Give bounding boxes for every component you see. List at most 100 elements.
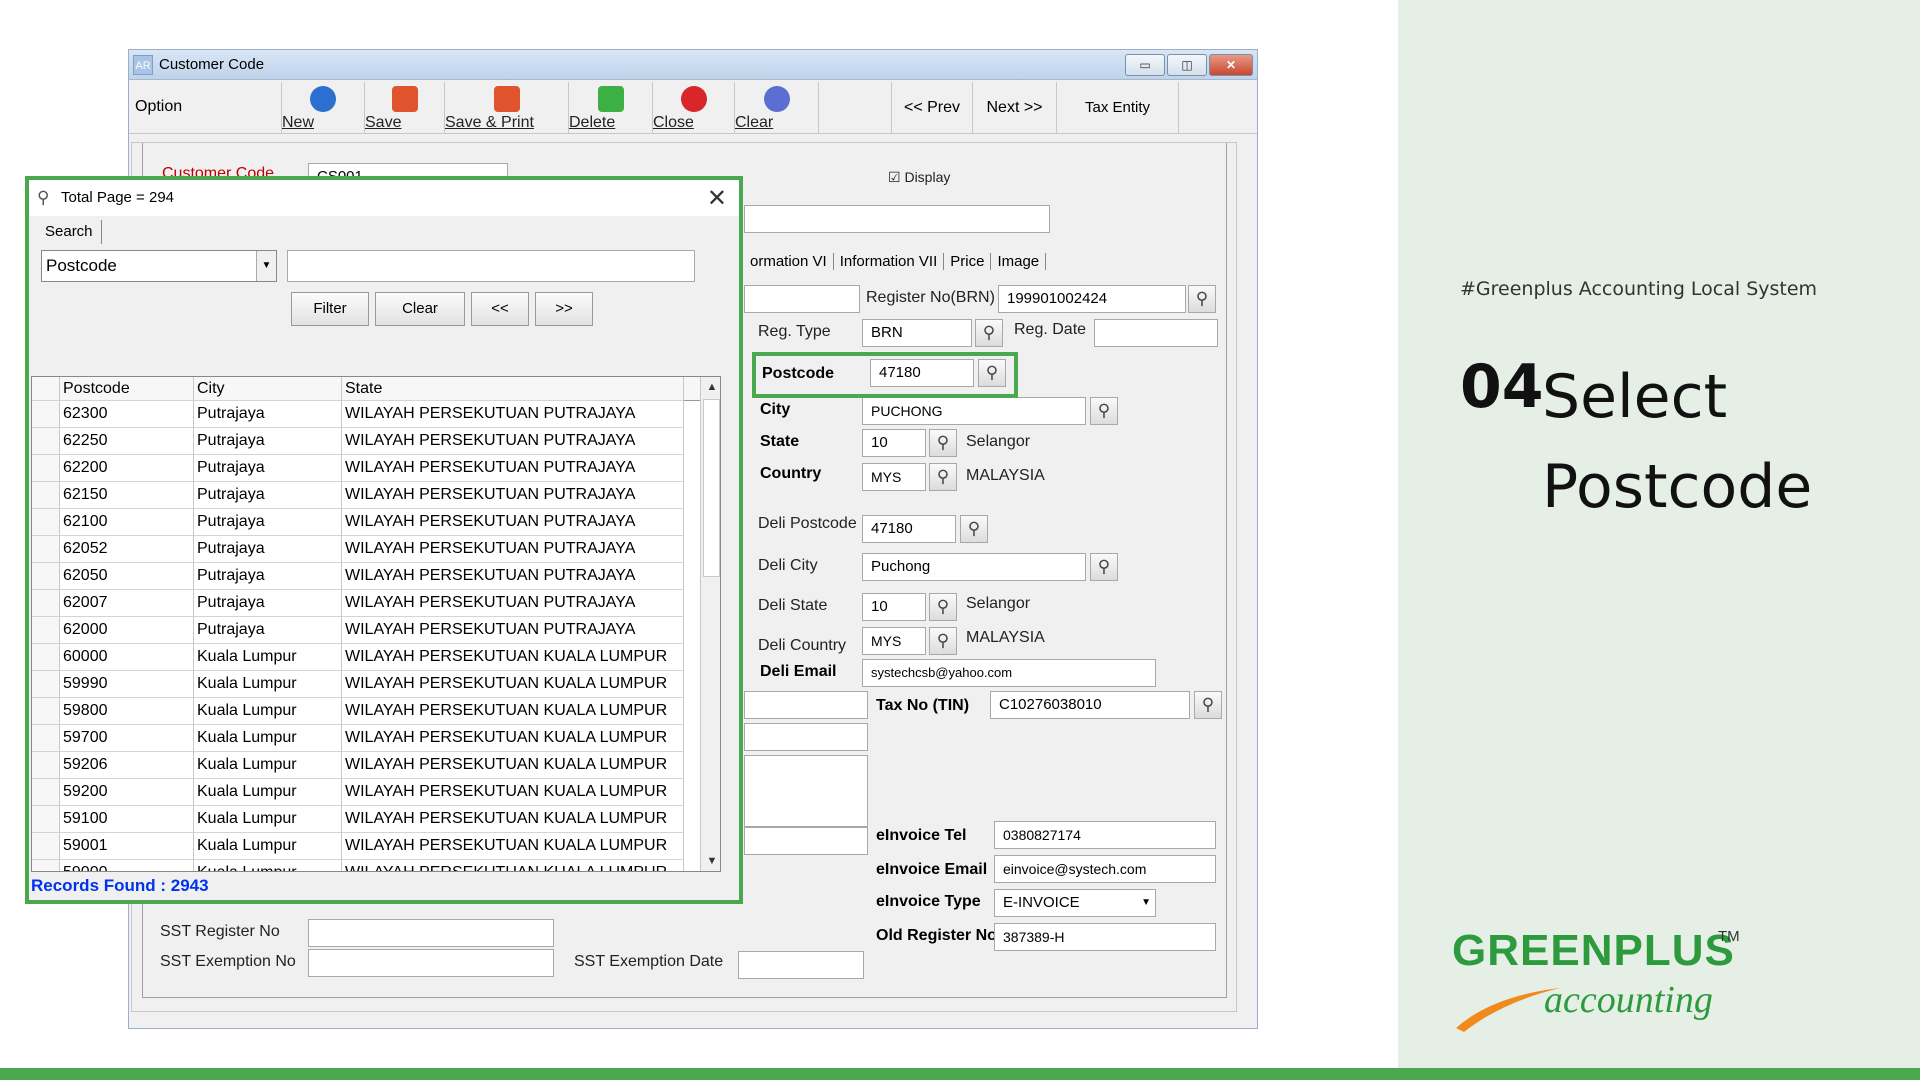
table-row[interactable]: 62100 Putrajaya WILAYAH PERSEKUTUAN PUTRAJ… [32, 509, 700, 536]
display-checkbox[interactable]: ☑ Display [888, 169, 950, 186]
table-row[interactable]: 62300 Putrajaya WILAYAH PERSEKUTUAN PUTRAJ… [32, 401, 700, 428]
table-row[interactable]: 59206 Kuala Lumpur WILAYAH PERSEKUTUAN KUA… [32, 752, 700, 779]
reg-date-input[interactable] [1094, 319, 1218, 347]
field-input[interactable] [744, 285, 860, 313]
row-selector[interactable] [32, 509, 60, 536]
table-row[interactable]: 59700 Kuala Lumpur WILAYAH PERSEKUTUAN KUA… [32, 725, 700, 752]
row-selector[interactable] [32, 725, 60, 752]
sst-register-input[interactable] [308, 919, 554, 947]
deli-email-input[interactable]: systechcsb@yahoo.com [862, 659, 1156, 687]
tab-information-vii[interactable]: Information VII [833, 253, 945, 270]
table-row[interactable]: 59000Kuala LumpurWILAYAH PERSEKUTUAN KUA… [32, 860, 700, 871]
grid-scrollbar[interactable]: ▲ ▼ [700, 377, 720, 871]
row-selector[interactable] [32, 752, 60, 779]
deli-postcode-search-icon[interactable]: ⚲ [960, 515, 988, 543]
tax-no-search-icon[interactable]: ⚲ [1194, 691, 1222, 719]
scroll-up-icon[interactable]: ▲ [701, 377, 720, 397]
deli-postcode-input[interactable]: 47180 [862, 515, 956, 543]
close-button[interactable]: Close [653, 82, 735, 134]
state-search-icon[interactable]: ⚲ [929, 429, 957, 457]
einvoice-email-input[interactable]: einvoice@systech.com [994, 855, 1216, 883]
old-register-input[interactable]: 387389-H [994, 923, 1216, 951]
deli-state-search-icon[interactable]: ⚲ [929, 593, 957, 621]
row-selector[interactable] [32, 806, 60, 833]
tax-no-input[interactable]: C10276038010 [990, 691, 1190, 719]
city-search-icon[interactable]: ⚲ [1090, 397, 1118, 425]
column-header-state[interactable]: State [342, 377, 684, 401]
dialog-close-icon[interactable]: ✕ [707, 184, 727, 213]
table-row[interactable]: 62000 Putrajaya WILAYAH PERSEKUTUAN PUTRAJ… [32, 617, 700, 644]
window-close-button[interactable]: ✕ [1209, 54, 1253, 76]
table-row[interactable]: 62200 Putrajaya WILAYAH PERSEKUTUAN PUTRAJ… [32, 455, 700, 482]
row-selector[interactable] [32, 482, 60, 509]
table-row[interactable]: 62052 Putrajaya WILAYAH PERSEKUTUAN PUTRAJ… [32, 536, 700, 563]
table-row[interactable]: 59100 Kuala Lumpur WILAYAH PERSEKUTUAN KUA… [32, 806, 700, 833]
state-code-input[interactable]: 10 [862, 429, 926, 457]
left-field-input-2[interactable] [744, 723, 868, 751]
filter-button[interactable]: Filter [291, 292, 369, 326]
table-row[interactable]: 62050 Putrajaya WILAYAH PERSEKUTUAN PUTRAJ… [32, 563, 700, 590]
row-selector[interactable] [32, 455, 60, 482]
table-row[interactable]: 60000 Kuala Lumpur WILAYAH PERSEKUTUAN KUA… [32, 644, 700, 671]
deli-state-code-input[interactable]: 10 [862, 593, 926, 621]
minimize-button[interactable]: ▭ [1125, 54, 1165, 76]
table-row[interactable]: 62250 Putrajaya WILAYAH PERSEKUTUAN PUTRAJ… [32, 428, 700, 455]
row-selector[interactable] [32, 428, 60, 455]
sst-exemption-date-input[interactable] [738, 951, 864, 979]
row-selector[interactable] [32, 833, 60, 860]
save-button[interactable]: Save [365, 82, 445, 134]
table-row[interactable]: 59800 Kuala Lumpur WILAYAH PERSEKUTUAN KUA… [32, 698, 700, 725]
einvoice-type-select[interactable]: E-INVOICE ▼ [994, 889, 1156, 917]
clear-button[interactable]: Clear [735, 82, 819, 134]
next-page-button[interactable]: >> [535, 292, 593, 326]
reg-type-search-icon[interactable]: ⚲ [975, 319, 1003, 347]
tab-search[interactable]: Search [37, 220, 102, 244]
tab-image[interactable]: Image [991, 253, 1047, 270]
name-input[interactable] [744, 205, 1050, 233]
register-no-search-icon[interactable]: ⚲ [1188, 285, 1216, 313]
new-button[interactable]: New [281, 82, 365, 134]
clear-filter-button[interactable]: Clear [375, 292, 465, 326]
row-selector[interactable] [32, 590, 60, 617]
option-menu[interactable]: Option [135, 98, 182, 116]
table-row[interactable]: 59200 Kuala Lumpur WILAYAH PERSEKUTUAN KUA… [32, 779, 700, 806]
register-no-input[interactable]: 199901002424 [998, 285, 1186, 313]
row-selector[interactable] [32, 563, 60, 590]
maximize-button[interactable]: ◫ [1167, 54, 1207, 76]
deli-city-search-icon[interactable]: ⚲ [1090, 553, 1118, 581]
table-row[interactable]: 62007 Putrajaya WILAYAH PERSEKUTUAN PUTRAJ… [32, 590, 700, 617]
save-print-button[interactable]: Save & Print [445, 82, 569, 134]
row-selector[interactable] [32, 860, 60, 871]
column-header-postcode[interactable]: Postcode [60, 377, 194, 401]
tab-information-vi[interactable]: ormation VI [744, 253, 834, 270]
row-selector[interactable] [32, 617, 60, 644]
search-input[interactable] [287, 250, 695, 282]
tax-entity-button[interactable]: Tax Entity [1057, 82, 1179, 134]
reg-type-input[interactable]: BRN [862, 319, 972, 347]
sst-exemption-input[interactable] [308, 949, 554, 977]
city-input[interactable]: PUCHONG [862, 397, 1086, 425]
column-header-city[interactable]: City [194, 377, 342, 401]
table-row[interactable]: 62150 Putrajaya WILAYAH PERSEKUTUAN PUTRAJ… [32, 482, 700, 509]
row-selector[interactable] [32, 401, 60, 428]
tab-price[interactable]: Price [944, 253, 992, 270]
left-field-input[interactable] [744, 691, 868, 719]
deli-country-code-input[interactable]: MYS [862, 627, 926, 655]
einvoice-tel-input[interactable]: 0380827174 [994, 821, 1216, 849]
delete-button[interactable]: Delete [569, 82, 653, 134]
deli-country-search-icon[interactable]: ⚲ [929, 627, 957, 655]
table-row[interactable]: 59001 Kuala Lumpur WILAYAH PERSEKUTUAN KUA… [32, 833, 700, 860]
country-search-icon[interactable]: ⚲ [929, 463, 957, 491]
row-selector[interactable] [32, 698, 60, 725]
prev-button[interactable]: << Prev [891, 82, 973, 134]
search-field-select[interactable]: Postcode ▼ [41, 250, 277, 282]
country-code-input[interactable]: MYS [862, 463, 926, 491]
deli-city-input[interactable]: Puchong [862, 553, 1086, 581]
next-button[interactable]: Next >> [973, 82, 1057, 134]
scroll-thumb[interactable] [703, 399, 720, 577]
left-field-input-4[interactable] [744, 827, 868, 855]
table-row[interactable]: 59990 Kuala Lumpur WILAYAH PERSEKUTUAN KUA… [32, 671, 700, 698]
left-field-input-3[interactable] [744, 755, 868, 827]
row-selector[interactable] [32, 536, 60, 563]
scroll-down-icon[interactable]: ▼ [701, 851, 720, 871]
